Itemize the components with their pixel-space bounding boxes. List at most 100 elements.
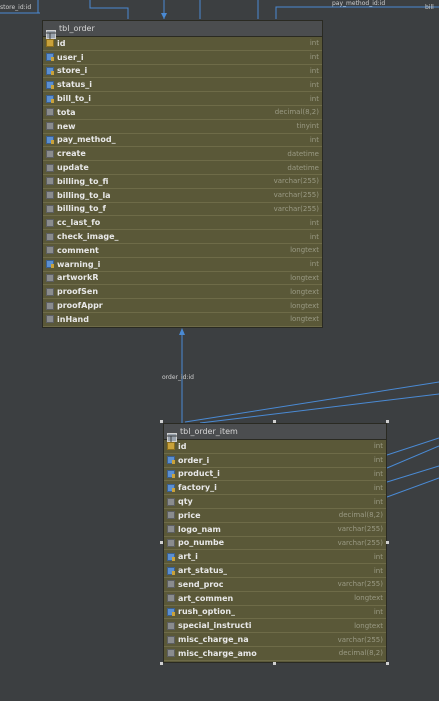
column-row[interactable]: send_proc varchar(255) <box>164 578 386 592</box>
column-row[interactable]: art_i int <box>164 550 386 565</box>
column-name: pay_method_ <box>57 135 116 145</box>
er-diagram-canvas[interactable]: store_id:id pay_method_id:id bill order_… <box>0 0 439 701</box>
column-row[interactable]: po_numbe varchar(255) <box>164 537 386 551</box>
column-type: tinyint <box>296 122 319 131</box>
column-type: longtext <box>354 594 383 603</box>
table-tbl-order-item[interactable]: tbl_order_item id int order_i int product_i i… <box>163 423 387 663</box>
column-row[interactable]: store_i int <box>43 65 322 79</box>
column-row[interactable]: misc_charge_na varchar(255) <box>164 633 386 647</box>
resize-handle[interactable] <box>160 420 163 423</box>
column-icon <box>46 108 54 117</box>
column-icon <box>167 497 175 506</box>
column-row[interactable]: update datetime <box>43 161 322 175</box>
column-row[interactable]: factory_i int <box>164 481 386 496</box>
column-icon <box>46 301 54 310</box>
column-icon <box>46 218 54 227</box>
column-type: varchar(255) <box>337 580 383 589</box>
resize-handle[interactable] <box>386 420 389 423</box>
column-row[interactable]: qty int <box>164 495 386 509</box>
resize-handle[interactable] <box>160 541 163 544</box>
column-type: int <box>309 80 319 89</box>
column-row[interactable]: user_i int <box>43 51 322 65</box>
column-name: logo_nam <box>178 524 221 534</box>
column-row[interactable]: warning_i int <box>43 258 322 272</box>
column-name: update <box>57 163 89 173</box>
column-name: billing_to_f <box>57 204 106 214</box>
column-row[interactable]: id int <box>43 37 322 51</box>
column-type: varchar(255) <box>273 177 319 186</box>
column-row[interactable]: artworkR longtext <box>43 272 322 286</box>
column-row[interactable]: create datetime <box>43 147 322 162</box>
column-type: varchar(255) <box>337 538 383 547</box>
table-header[interactable]: tbl_order_item <box>164 424 386 442</box>
relationship-line-right-3 <box>386 437 439 456</box>
column-row[interactable]: special_instructi longtext <box>164 619 386 634</box>
table-icon <box>46 24 56 39</box>
column-icon <box>46 163 54 172</box>
column-icon <box>46 273 54 282</box>
column-row[interactable]: tota decimal(8,2) <box>43 106 322 120</box>
column-row[interactable]: proofAppr longtext <box>43 299 322 313</box>
column-type: int <box>309 218 319 227</box>
relationship-line-right-6 <box>386 477 439 498</box>
column-row[interactable]: misc_charge_amo decimal(8,2) <box>164 647 386 661</box>
table-tbl-order[interactable]: tbl_order id int user_i int store_i int status… <box>42 20 323 328</box>
resize-handle[interactable] <box>273 662 276 665</box>
column-row[interactable]: proofSen longtext <box>43 285 322 300</box>
column-type: int <box>373 469 383 478</box>
column-row[interactable]: bill_to_i int <box>43 92 322 106</box>
foreign-key-icon <box>46 80 54 89</box>
column-name: id <box>57 38 66 48</box>
column-type: varchar(255) <box>273 191 319 200</box>
column-name: new <box>57 121 76 131</box>
column-name: proofSen <box>57 287 99 297</box>
column-icon <box>167 538 175 547</box>
column-row[interactable]: product_i int <box>164 468 386 482</box>
column-row[interactable]: price decimal(8,2) <box>164 509 386 523</box>
foreign-key-icon <box>46 135 54 144</box>
foreign-key-icon <box>167 469 175 478</box>
column-name: store_i <box>57 66 88 76</box>
column-row[interactable]: check_image_ int <box>43 230 322 244</box>
resize-handle[interactable] <box>386 662 389 665</box>
column-row[interactable]: art_commen longtext <box>164 592 386 606</box>
column-row[interactable]: cc_last_fo int <box>43 216 322 231</box>
column-type: longtext <box>290 273 319 282</box>
column-name: billing_to_fi <box>57 176 109 186</box>
resize-handle[interactable] <box>273 420 276 423</box>
table-header[interactable]: tbl_order <box>43 21 322 39</box>
resize-handle[interactable] <box>160 662 163 665</box>
column-type: int <box>373 483 383 492</box>
column-name: qty <box>178 497 193 507</box>
column-row[interactable]: inHand longtext <box>43 313 322 327</box>
column-row[interactable]: order_i int <box>164 454 386 468</box>
column-type: int <box>309 66 319 75</box>
column-row[interactable]: billing_to_fi varchar(255) <box>43 175 322 189</box>
column-type: int <box>309 39 319 48</box>
column-type: longtext <box>354 621 383 630</box>
column-type: varchar(255) <box>273 204 319 213</box>
column-row[interactable]: rush_option_ int <box>164 606 386 620</box>
column-row[interactable]: pay_method_ int <box>43 134 322 148</box>
column-row[interactable]: billing_to_f varchar(255) <box>43 203 322 217</box>
column-type: decimal(8,2) <box>338 649 383 658</box>
resize-handle[interactable] <box>386 541 389 544</box>
column-name: art_i <box>178 552 198 562</box>
column-type: int <box>309 135 319 144</box>
column-type: int <box>373 552 383 561</box>
column-name: misc_charge_na <box>178 635 249 645</box>
column-row[interactable]: art_status_ int <box>164 564 386 578</box>
column-row[interactable]: id int <box>164 440 386 454</box>
column-row[interactable]: status_i int <box>43 78 322 93</box>
foreign-key-icon <box>167 456 175 465</box>
column-name: warning_i <box>57 259 101 269</box>
column-name: proofAppr <box>57 301 103 311</box>
column-name: id <box>178 441 187 451</box>
column-row[interactable]: comment longtext <box>43 244 322 258</box>
relationship-line-pay-method <box>275 6 439 19</box>
column-type: int <box>309 53 319 62</box>
column-icon <box>167 580 175 589</box>
column-row[interactable]: billing_to_la varchar(255) <box>43 189 322 203</box>
column-row[interactable]: new tinyint <box>43 120 322 134</box>
column-row[interactable]: logo_nam varchar(255) <box>164 523 386 537</box>
